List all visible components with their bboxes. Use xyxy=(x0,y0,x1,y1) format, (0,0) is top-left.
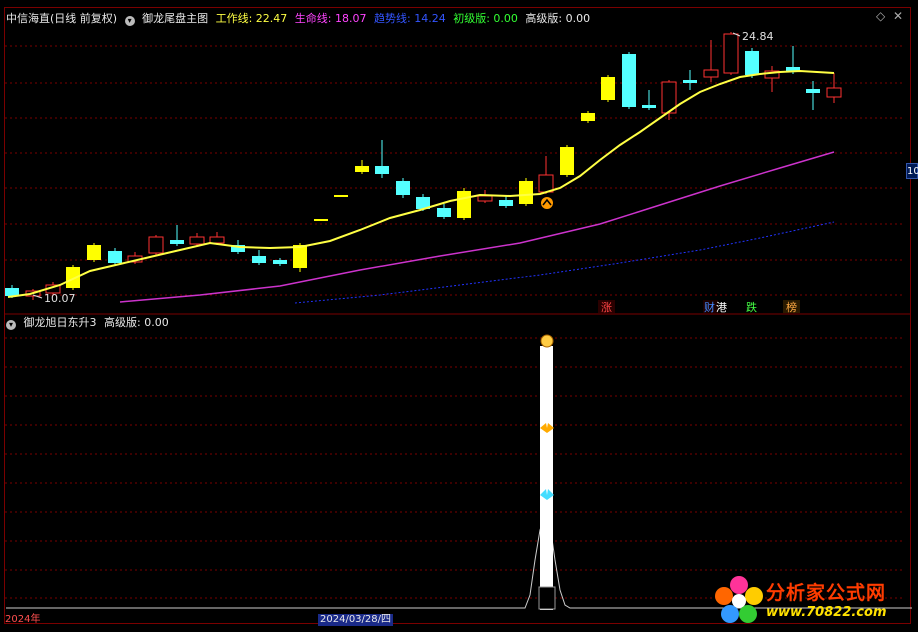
candle[interactable] xyxy=(209,236,225,244)
candle[interactable] xyxy=(108,251,122,263)
candle[interactable] xyxy=(723,33,739,74)
candle[interactable] xyxy=(334,195,348,197)
candle[interactable] xyxy=(519,181,533,204)
signal-bang: 榜 xyxy=(786,300,797,314)
candle[interactable] xyxy=(252,256,266,263)
candle[interactable] xyxy=(477,195,493,202)
low-price-label: 10.07 xyxy=(44,292,76,305)
sub-top-coin-icon xyxy=(540,334,554,348)
candle[interactable] xyxy=(170,240,184,244)
signal-gang: 港 xyxy=(716,301,727,314)
candle[interactable] xyxy=(437,208,451,217)
candle[interactable] xyxy=(683,80,697,83)
sub-grid xyxy=(5,337,905,599)
candle[interactable] xyxy=(622,54,636,107)
candle[interactable] xyxy=(826,87,842,98)
life-line xyxy=(119,151,835,303)
candle[interactable] xyxy=(703,69,719,78)
candle[interactable] xyxy=(87,245,101,260)
candle[interactable] xyxy=(189,236,205,245)
candle[interactable] xyxy=(375,166,389,174)
work-line xyxy=(7,69,835,298)
candle[interactable] xyxy=(457,191,471,218)
candle[interactable] xyxy=(273,260,287,264)
chart-canvas[interactable]: 24.84 10.07 涨 财 港 跌 榜 xyxy=(0,0,918,632)
trend-line xyxy=(294,221,835,304)
sub-signal-bar xyxy=(540,346,553,610)
flower-logo-icon xyxy=(715,576,763,623)
candle[interactable] xyxy=(745,51,759,75)
candle[interactable] xyxy=(355,166,369,172)
logo-url: www.70822.com xyxy=(766,605,887,620)
site-logo: 分析家公式网 www.70822.com xyxy=(710,572,915,630)
scale-tag[interactable]: 10 xyxy=(906,163,918,179)
candle[interactable] xyxy=(581,113,595,121)
signal-die: 跌 xyxy=(746,300,757,314)
candle[interactable] xyxy=(499,200,513,206)
candle[interactable] xyxy=(538,174,554,193)
candle[interactable] xyxy=(396,181,410,195)
signal-zhang: 涨 xyxy=(601,301,612,314)
candle[interactable] xyxy=(601,77,615,100)
candle[interactable] xyxy=(314,219,328,221)
candle[interactable] xyxy=(148,236,164,254)
footer-year: 2024年 xyxy=(5,614,41,625)
logo-name: 分析家公式网 xyxy=(766,582,887,604)
candle[interactable] xyxy=(560,147,574,175)
sub-bar-base xyxy=(538,586,556,610)
cursor-date: 2024/03/28/四 xyxy=(318,614,394,626)
candle[interactable] xyxy=(806,89,820,93)
candle[interactable] xyxy=(642,105,656,108)
high-price-label: 24.84 xyxy=(742,30,774,43)
signal-cai: 财 xyxy=(704,300,715,314)
candle[interactable] xyxy=(293,245,307,268)
